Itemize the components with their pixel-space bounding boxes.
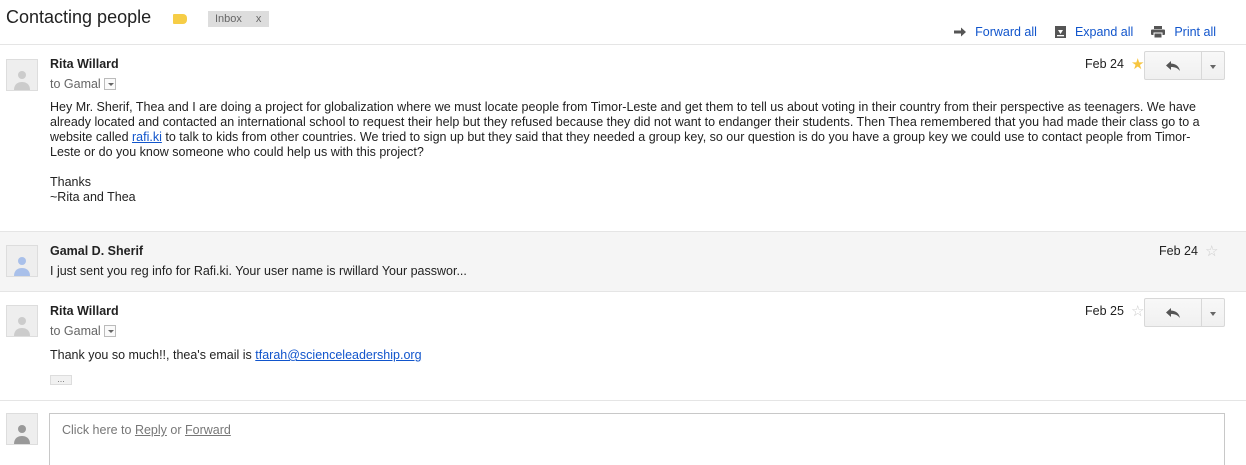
recipients-text: to Gamal — [50, 77, 101, 91]
message-body: Thank you so much!!, thea's email is tfa… — [50, 348, 1210, 363]
message-body: Hey Mr. Sherif, Thea and I are doing a p… — [50, 100, 1210, 205]
expand-all-label: Expand all — [1074, 25, 1134, 39]
reply-link[interactable]: Reply — [135, 423, 167, 437]
avatar — [6, 245, 38, 277]
print-all-label: Print all — [1174, 25, 1216, 39]
reply-button-group — [1144, 51, 1225, 80]
printer-icon — [1151, 26, 1166, 38]
more-options-dropdown[interactable] — [1202, 51, 1225, 80]
show-details-dropdown[interactable] — [103, 78, 116, 90]
remove-label-button[interactable]: x — [256, 13, 262, 25]
label-tag-icon[interactable] — [173, 14, 187, 24]
email-link[interactable]: tfarah@scienceleadership.org — [255, 348, 421, 362]
star-icon[interactable]: ★ — [1131, 57, 1144, 72]
person-icon — [14, 257, 30, 276]
thread-actions: Forward all Expand all Print all — [954, 25, 1216, 39]
rafiki-link[interactable]: rafi.ki — [132, 130, 162, 144]
print-all-button[interactable]: Print all — [1151, 25, 1216, 39]
reply-prompt-prefix: Click here to — [62, 423, 135, 437]
show-details-dropdown[interactable] — [103, 325, 116, 337]
expand-all-button[interactable]: Expand all — [1054, 25, 1134, 39]
reply-prompt-middle: or — [166, 423, 185, 437]
forward-link[interactable]: Forward — [185, 423, 231, 437]
star-outline-icon[interactable]: ☆ — [1205, 244, 1218, 259]
message-snippet: I just sent you reg info for Rafi.ki. Yo… — [50, 264, 467, 278]
recipients-text: to Gamal — [50, 324, 101, 338]
message-2-collapsed[interactable]: Gamal D. Sherif I just sent you reg info… — [0, 232, 1246, 292]
expand-icon — [1054, 26, 1066, 38]
reply-button-group — [1144, 298, 1225, 327]
show-trimmed-content-button[interactable]: ... — [50, 375, 72, 385]
sender-name[interactable]: Rita Willard — [50, 304, 119, 318]
reply-button[interactable] — [1144, 298, 1202, 327]
more-options-dropdown[interactable] — [1202, 298, 1225, 327]
forward-all-button[interactable]: Forward all — [954, 25, 1037, 39]
message-date: Feb 25 — [1085, 304, 1124, 318]
person-icon — [14, 317, 30, 336]
body-text-end: to talk to kids from other countries. We… — [50, 130, 1191, 159]
inbox-label-text: Inbox — [215, 13, 242, 25]
thread-subject: Contacting people — [6, 7, 152, 27]
reply-button[interactable] — [1144, 51, 1202, 80]
person-icon — [14, 71, 30, 90]
reply-arrow-icon — [1166, 307, 1180, 318]
forward-all-label: Forward all — [975, 25, 1037, 39]
avatar — [6, 59, 38, 91]
body-thanks: Thanks — [50, 175, 91, 189]
sender-name[interactable]: Rita Willard — [50, 57, 119, 71]
recipients-line: to Gamal — [50, 77, 116, 91]
reply-prompt: Click here to Reply or Forward — [62, 423, 231, 437]
message-date: Feb 24 — [1159, 244, 1198, 258]
reply-arrow-icon — [1166, 60, 1180, 71]
person-icon — [14, 425, 30, 444]
message-date: Feb 24 — [1085, 57, 1124, 71]
message-3: Rita Willard to Gamal Feb 25 ☆ Thank you… — [0, 292, 1246, 401]
inbox-label-chip[interactable]: Inbox x — [208, 11, 270, 27]
reply-box[interactable]: Click here to Reply or Forward — [49, 413, 1225, 465]
body-text-start: Thank you so much!!, thea's email is — [50, 348, 256, 362]
thread-header: Contacting people Inbox x Forward all Exp… — [0, 0, 1246, 45]
forward-arrow-icon — [954, 27, 967, 37]
body-signoff: ~Rita and Thea — [50, 190, 136, 204]
message-1: Rita Willard to Gamal Feb 24 ★ Hey Mr. S… — [0, 46, 1246, 232]
recipients-line: to Gamal — [50, 324, 116, 338]
my-avatar — [6, 413, 38, 445]
avatar — [6, 305, 38, 337]
star-outline-icon[interactable]: ☆ — [1131, 304, 1144, 319]
sender-name[interactable]: Gamal D. Sherif — [50, 244, 143, 258]
